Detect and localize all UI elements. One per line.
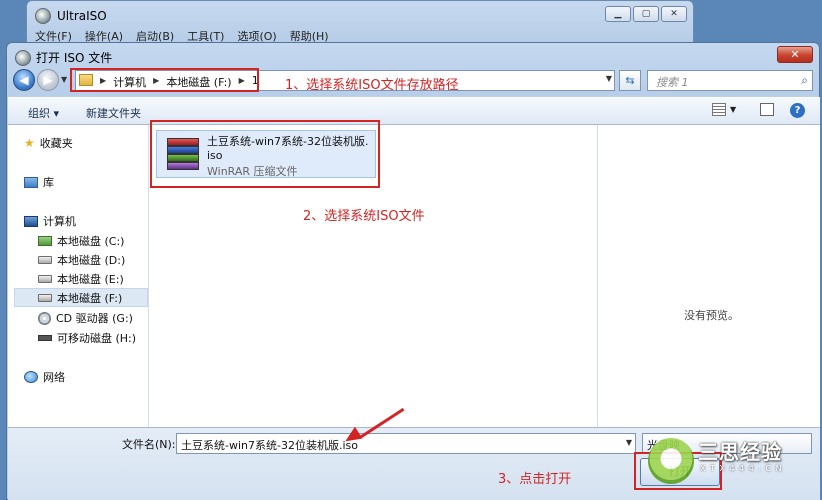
close-main-button[interactable]: ✕: [661, 6, 687, 22]
removable-drive-icon: [38, 335, 52, 341]
sidebar-label: 库: [43, 176, 54, 189]
sidebar-label: 可移动磁盘 (H:): [57, 332, 137, 345]
toolbar-help-group: ?: [790, 103, 805, 118]
preview-pane: 没有预览。: [597, 125, 820, 427]
breadcrumb-drive-f[interactable]: 本地磁盘 (F:): [166, 74, 231, 90]
sidebar-label: 网络: [43, 371, 65, 384]
chevron-down-icon[interactable]: ▼: [606, 74, 612, 83]
filename-value: 土豆系统-win7系统-32位装机版.iso: [181, 439, 358, 452]
sidebar-label: 本地磁盘 (F:): [57, 291, 123, 305]
back-arrow-icon: ◀: [19, 73, 29, 87]
breadcrumb-computer[interactable]: 计算机: [113, 74, 146, 90]
rar-book-green: [167, 154, 199, 162]
folder-icon: [79, 74, 93, 86]
breadcrumb-separator-icon[interactable]: ▶: [100, 74, 106, 90]
breadcrumb-separator-icon[interactable]: ▶: [239, 74, 245, 90]
search-icon[interactable]: ⌕: [801, 73, 808, 88]
annotation-step2: 2、选择系统ISO文件: [303, 209, 425, 224]
hard-drive-icon: [38, 256, 52, 264]
search-input[interactable]: 搜索 1 ⌕: [647, 70, 813, 91]
breadcrumb-separator-icon[interactable]: ▶: [153, 74, 159, 90]
sidebar-item-drive-h[interactable]: 可移动磁盘 (H:): [38, 330, 136, 346]
winrar-archive-icon: [167, 138, 199, 170]
maximize-button[interactable]: ▢: [633, 6, 659, 22]
dialog-toolbar: 组织 ▾ 新建文件夹 ▼ ?: [8, 97, 820, 125]
system-drive-icon: [38, 236, 52, 246]
dialog-content: ★ 收藏夹 库 计算机 本地磁盘 (C:) 本地磁盘 (D:) 本地磁盘 (E:…: [8, 125, 820, 427]
toolbar-right-group: ▼: [712, 103, 736, 116]
watermark-logo-icon: [648, 438, 694, 484]
sidebar-label: 本地磁盘 (C:): [57, 235, 125, 248]
sidebar-item-drive-d[interactable]: 本地磁盘 (D:): [38, 252, 125, 268]
search-placeholder: 搜索 1: [656, 76, 689, 89]
chevron-down-icon[interactable]: ▼: [730, 105, 736, 114]
help-icon[interactable]: ?: [790, 103, 805, 118]
rar-book-red: [167, 138, 199, 146]
dialog-title-bar: 打开 ISO 文件: [15, 49, 112, 66]
library-icon: [24, 176, 38, 188]
file-list: 土豆系统-win7系统-32位装机版. iso WinRAR 压缩文件: [150, 125, 596, 427]
sidebar-item-drive-c[interactable]: 本地磁盘 (C:): [38, 233, 124, 249]
view-options-icon[interactable]: [712, 103, 726, 116]
sidebar-label: 本地磁盘 (D:): [57, 254, 126, 267]
forward-button[interactable]: ▶: [37, 69, 59, 91]
dialog-title: 打开 ISO 文件: [36, 51, 113, 65]
ultraiso-app-icon: [35, 8, 51, 24]
filename-label: 文件名(N):: [122, 438, 176, 451]
preview-pane-icon[interactable]: [760, 103, 774, 116]
file-name-line2: iso: [207, 149, 223, 162]
rar-book-purple: [167, 162, 199, 170]
file-type: WinRAR 压缩文件: [207, 165, 298, 178]
sidebar-item-drive-e[interactable]: 本地磁盘 (E:): [38, 271, 124, 287]
main-window-title: UltraISO: [57, 9, 107, 23]
annotation-step1: 1、选择系统ISO文件存放路径: [285, 78, 459, 93]
main-title-bar: UltraISO: [35, 8, 107, 24]
sidebar-label: CD 驱动器 (G:): [56, 312, 133, 325]
watermark-text: 三思经验: [698, 440, 782, 464]
sidebar-item-network[interactable]: 网络: [24, 369, 65, 385]
computer-icon: [24, 215, 38, 227]
sidebar-item-drive-g[interactable]: CD 驱动器 (G:): [38, 310, 133, 326]
toolbar-pane-group: [760, 103, 774, 116]
annotation-step3: 3、点击打开: [498, 472, 572, 487]
sidebar-label: 本地磁盘 (E:): [57, 273, 124, 286]
navigation-pane: ★ 收藏夹 库 计算机 本地磁盘 (C:) 本地磁盘 (D:) 本地磁盘 (E:…: [8, 125, 149, 427]
hard-drive-icon: [38, 275, 52, 283]
breadcrumb-folder-1[interactable]: 1: [252, 74, 259, 90]
organize-button[interactable]: 组织 ▾: [28, 105, 59, 121]
hard-drive-icon: [38, 293, 52, 302]
file-name-line1: 土豆系统-win7系统-32位装机版.: [207, 135, 369, 148]
sidebar-label: 收藏夹: [39, 137, 73, 150]
new-folder-button[interactable]: 新建文件夹: [86, 105, 141, 121]
no-preview-text: 没有预览。: [684, 309, 739, 322]
network-icon: [24, 371, 38, 383]
dialog-close-button[interactable]: ✕: [777, 46, 813, 63]
star-icon: ★: [24, 136, 35, 150]
forward-arrow-icon: ▶: [43, 73, 53, 87]
rar-book-blue: [167, 146, 199, 154]
sidebar-label: 计算机: [43, 215, 76, 228]
sidebar-item-drive-f[interactable]: 本地磁盘 (F:): [14, 288, 148, 307]
main-window-controls: ▁ ▢ ✕: [605, 6, 687, 22]
list-item[interactable]: 土豆系统-win7系统-32位装机版. iso WinRAR 压缩文件: [156, 130, 376, 178]
refresh-icon: ⇆: [625, 74, 635, 87]
cd-drive-icon: [38, 311, 51, 325]
chevron-down-icon[interactable]: ▼: [626, 438, 632, 447]
breadcrumb: ▶ 计算机 ▶ 本地磁盘 (F:) ▶ 1: [100, 74, 259, 90]
dialog-app-icon: [15, 49, 31, 66]
refresh-button[interactable]: ⇆: [619, 70, 641, 91]
file-name: 土豆系统-win7系统-32位装机版. iso: [207, 135, 372, 163]
sidebar-item-libraries[interactable]: 库: [24, 174, 54, 190]
history-dropdown-button[interactable]: ▼: [61, 75, 67, 84]
sidebar-item-favorites[interactable]: ★ 收藏夹: [24, 135, 73, 151]
filename-input[interactable]: 土豆系统-win7系统-32位装机版.iso ▼: [176, 433, 636, 454]
back-button[interactable]: ◀: [13, 69, 35, 91]
watermark: 三思经验 X T X 4 4 4 . C N: [640, 430, 820, 490]
minimize-button[interactable]: ▁: [605, 6, 631, 22]
sidebar-item-computer[interactable]: 计算机: [24, 213, 76, 229]
watermark-subtext: X T X 4 4 4 . C N: [700, 464, 783, 473]
